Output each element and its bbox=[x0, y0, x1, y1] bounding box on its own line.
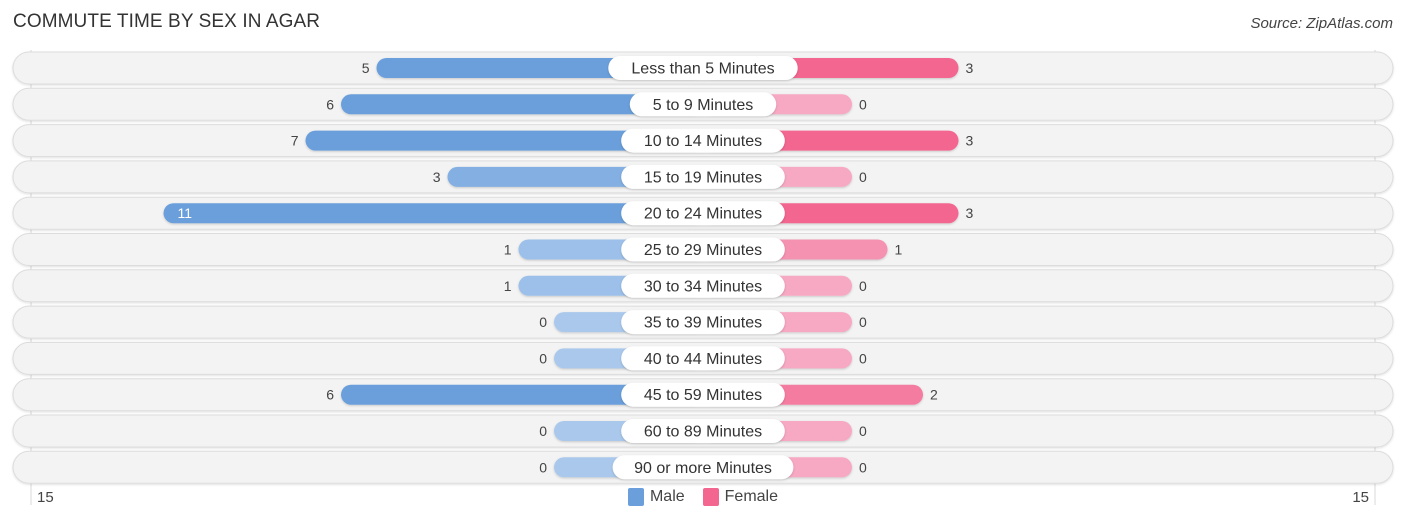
category-label: 35 to 39 Minutes bbox=[644, 315, 762, 332]
chart-row[interactable]: 6 0 5 to 9 Minutes bbox=[12, 87, 1394, 121]
value-label-male: 3 bbox=[433, 169, 441, 185]
value-label-male: 1 bbox=[504, 242, 512, 258]
legend-item-male[interactable]: Male bbox=[627, 488, 685, 506]
category-label: 40 to 44 Minutes bbox=[644, 351, 762, 368]
chart-row[interactable]: 5 3 Less than 5 Minutes bbox=[12, 51, 1394, 85]
category-label: 90 or more Minutes bbox=[634, 460, 772, 477]
value-label-female: 2 bbox=[930, 387, 938, 403]
value-label-female: 0 bbox=[859, 423, 867, 439]
value-label-male: 6 bbox=[326, 96, 334, 112]
category-label: 25 to 29 Minutes bbox=[644, 242, 762, 259]
chart-canvas: 5 3Less than 5 Minutes6 05 to 9 Minutes7 31… bbox=[12, 50, 1394, 505]
value-label-female: 1 bbox=[895, 242, 903, 258]
value-label-female: 0 bbox=[859, 169, 867, 185]
category-label: 60 to 89 Minutes bbox=[644, 424, 762, 441]
value-label-female: 3 bbox=[966, 60, 974, 76]
chart-row[interactable]: 7 3 10 to 14 Minutes bbox=[12, 124, 1394, 158]
value-label-male: 6 bbox=[326, 387, 334, 403]
category-label: 15 to 19 Minutes bbox=[644, 169, 762, 186]
chart-row[interactable]: 0 0 90 or more Minutes bbox=[12, 450, 1394, 484]
chart-row[interactable]: 11 3 20 to 24 Minutes bbox=[12, 196, 1394, 230]
legend-item-female[interactable]: Female bbox=[702, 488, 779, 506]
chart-row[interactable]: 3 0 15 to 19 Minutes bbox=[12, 160, 1394, 194]
chart-row[interactable]: 1 1 25 to 29 Minutes bbox=[12, 233, 1394, 266]
category-label: 10 to 14 Minutes bbox=[644, 133, 762, 150]
value-label-female: 0 bbox=[859, 96, 867, 112]
value-label-male: 0 bbox=[539, 314, 547, 330]
category-label: Less than 5 Minutes bbox=[631, 61, 774, 78]
legend-swatch-male bbox=[627, 488, 644, 506]
category-label: 30 to 34 Minutes bbox=[644, 278, 762, 295]
value-label-female: 0 bbox=[859, 350, 867, 366]
value-label-male: 5 bbox=[362, 60, 370, 76]
value-label-female: 0 bbox=[859, 459, 867, 475]
legend-label-female: Female bbox=[724, 488, 779, 505]
value-label-female: 3 bbox=[966, 133, 974, 149]
category-label: 45 to 59 Minutes bbox=[644, 387, 762, 404]
category-label: 5 to 9 Minutes bbox=[653, 97, 754, 114]
value-label-male: 0 bbox=[539, 459, 547, 475]
category-label: 20 to 24 Minutes bbox=[644, 206, 762, 223]
legend: Male Female bbox=[0, 488, 1406, 506]
chart-row[interactable]: 0 0 40 to 44 Minutes bbox=[12, 341, 1394, 375]
chart-row[interactable]: 1 0 30 to 34 Minutes bbox=[12, 269, 1394, 303]
legend-label-male: Male bbox=[649, 488, 685, 505]
legend-swatch-female bbox=[702, 488, 719, 506]
chart-row[interactable]: 6 2 45 to 59 Minutes bbox=[12, 378, 1394, 412]
value-label-male: 1 bbox=[504, 278, 512, 294]
value-label-male: 0 bbox=[539, 423, 547, 439]
value-label-female: 3 bbox=[966, 205, 974, 221]
chart-row[interactable]: 0 0 35 to 39 Minutes bbox=[12, 305, 1394, 339]
value-label-female: 0 bbox=[859, 278, 867, 294]
value-label-male: 0 bbox=[539, 350, 547, 366]
value-label-male: 7 bbox=[291, 133, 299, 149]
chart-row[interactable]: 0 0 60 to 89 Minutes bbox=[12, 414, 1394, 448]
value-label-male: 11 bbox=[178, 205, 193, 221]
value-label-female: 0 bbox=[859, 314, 867, 330]
